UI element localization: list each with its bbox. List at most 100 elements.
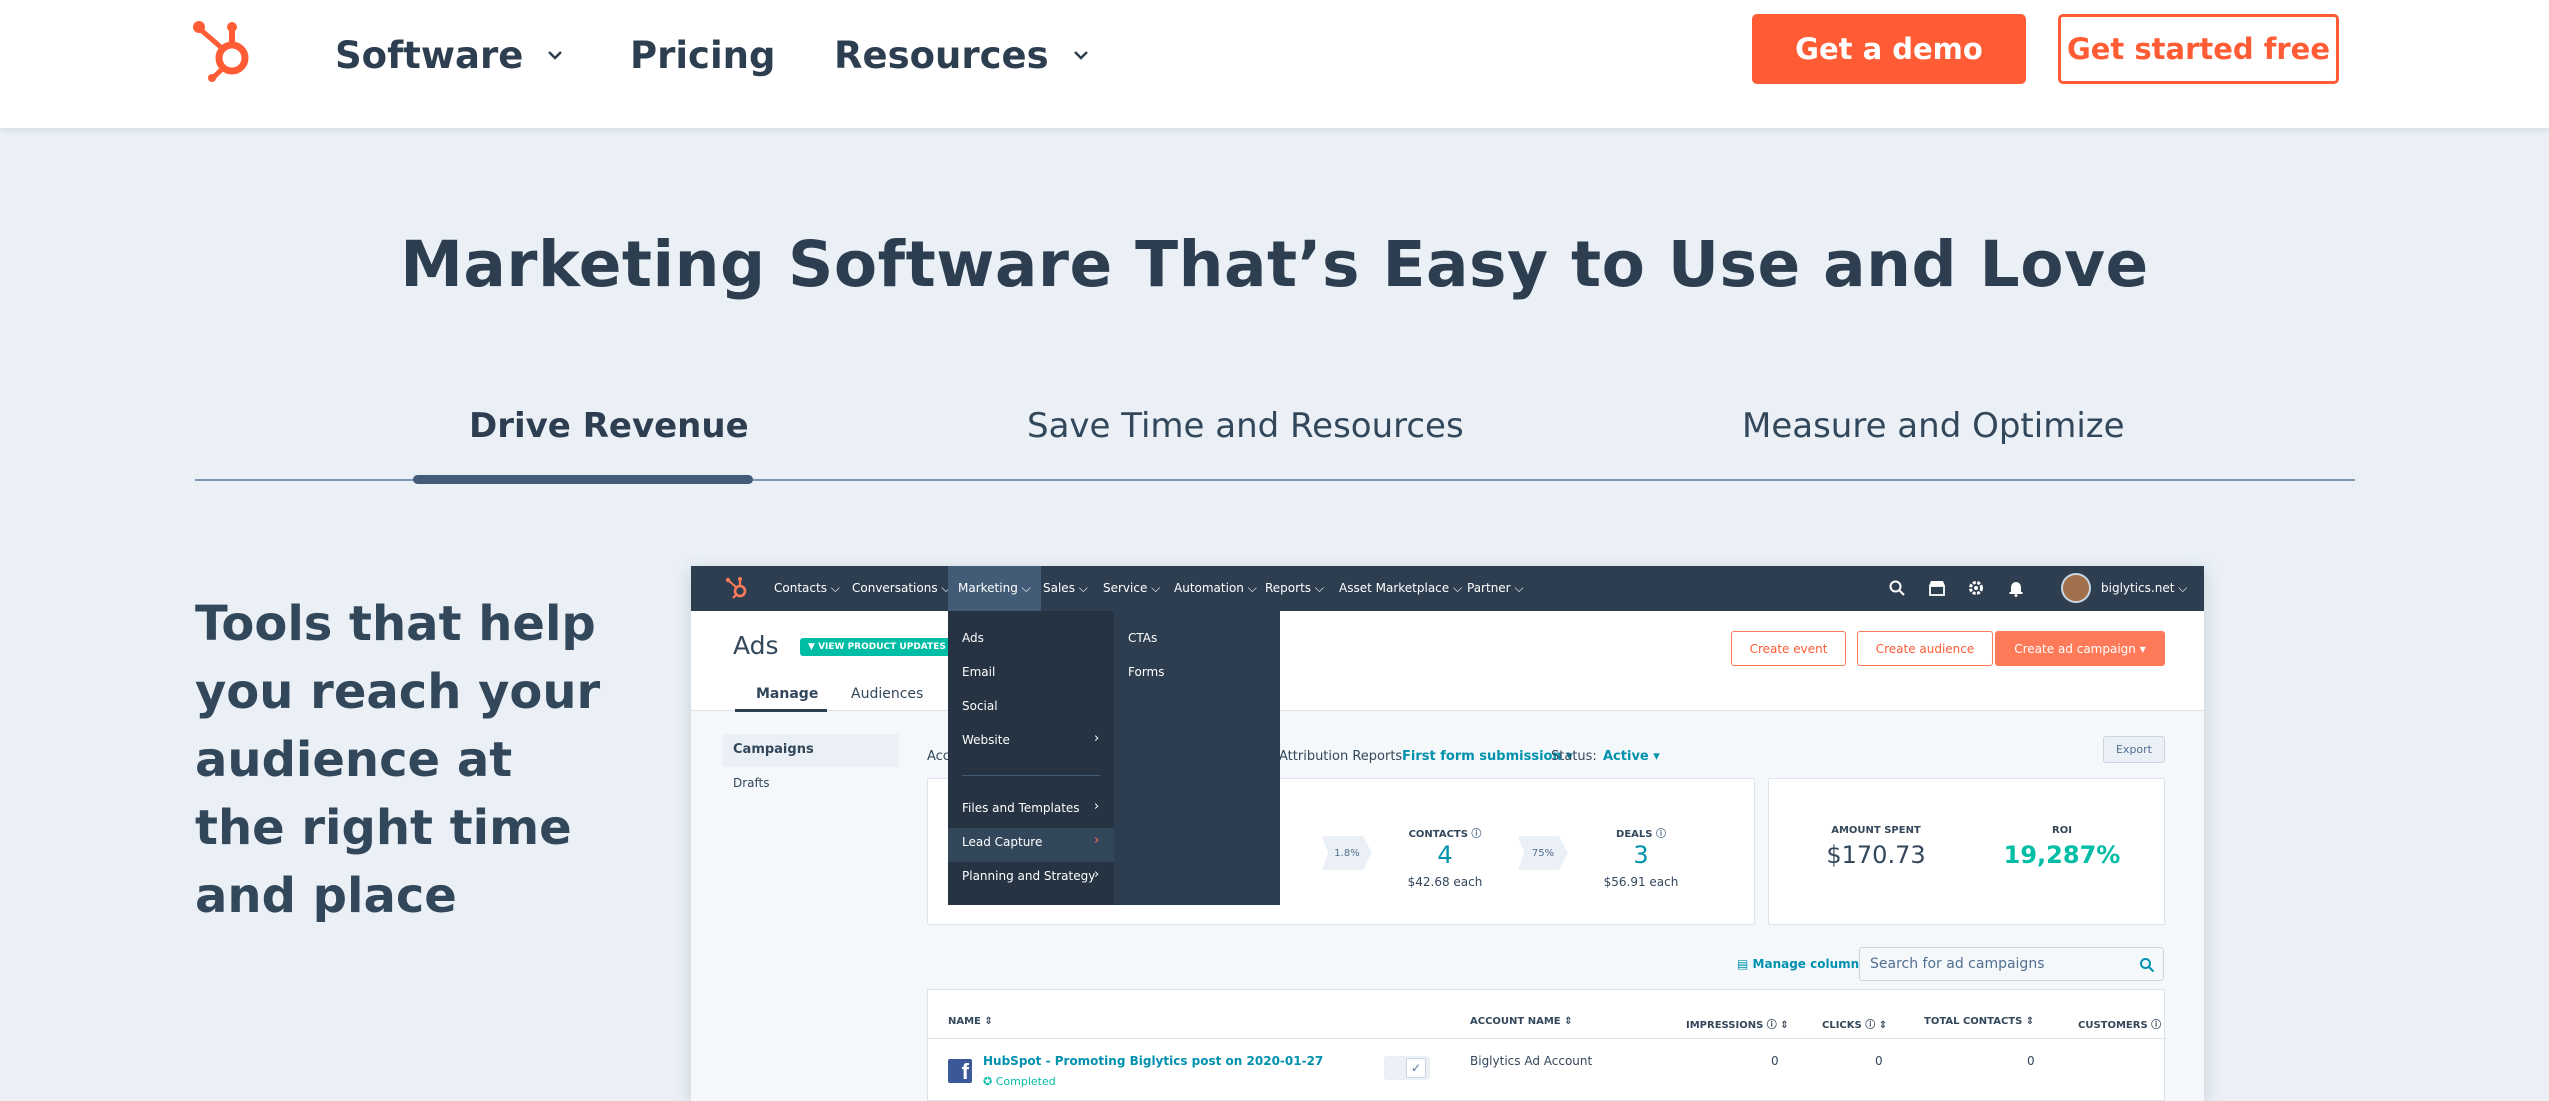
app-tab-label: Contacts bbox=[774, 581, 827, 595]
menu-item-ads[interactable]: Ads bbox=[962, 631, 984, 645]
create-audience-button[interactable]: Create audience bbox=[1857, 631, 1993, 666]
gear-icon[interactable] bbox=[1967, 579, 1985, 597]
copy-line: audience at bbox=[195, 732, 513, 788]
hubspot-sprocket-icon[interactable] bbox=[725, 576, 749, 600]
status-dropdown[interactable]: Active ▾ bbox=[1603, 749, 1660, 764]
app-tab-conversations[interactable]: Conversations ⌵ bbox=[852, 566, 951, 611]
menu-item-email[interactable]: Email bbox=[962, 665, 995, 679]
nav-software-label: Software bbox=[335, 33, 524, 77]
column-header-account[interactable]: ACCOUNT NAME ⇕ bbox=[1470, 1016, 1572, 1027]
app-tab-partner[interactable]: Partner ⌵ bbox=[1467, 566, 1524, 611]
account-filter-label: Acc bbox=[927, 749, 950, 764]
marketplace-icon[interactable] bbox=[1928, 579, 1946, 597]
create-event-button[interactable]: Create event bbox=[1731, 631, 1846, 666]
contacts-label: CONTACTS ⓘ bbox=[1390, 825, 1500, 840]
app-tab-reports[interactable]: Reports ⌵ bbox=[1265, 566, 1324, 611]
app-tab-service[interactable]: Service ⌵ bbox=[1103, 566, 1160, 611]
campaigns-table: NAME ⇕ ACCOUNT NAME ⇕ IMPRESSIONS ⓘ ⇕ CL… bbox=[927, 989, 2166, 1101]
avatar[interactable] bbox=[2061, 573, 2091, 603]
chevron-right-icon: › bbox=[1094, 833, 1100, 848]
subtab-manage[interactable]: Manage bbox=[756, 686, 818, 702]
create-campaign-label: Create ad campaign bbox=[2014, 641, 2136, 656]
submenu-item-forms[interactable]: Forms bbox=[1128, 665, 1164, 679]
menu-item-website[interactable]: Website bbox=[962, 733, 1010, 747]
clicks-cell: 0 bbox=[1875, 1054, 1883, 1068]
summary-card: AMOUNT SPENT $170.73 ROI 19,287% bbox=[1768, 778, 2165, 925]
create-ad-campaign-button[interactable]: Create ad campaign ▾ bbox=[1995, 631, 2165, 666]
header-label: CUSTOMERS bbox=[2078, 1020, 2148, 1031]
column-header-impressions[interactable]: IMPRESSIONS ⓘ ⇕ bbox=[1686, 1016, 1789, 1031]
header-label: CLICKS bbox=[1822, 1020, 1862, 1031]
sidebar-item-drafts[interactable]: Drafts bbox=[733, 776, 770, 790]
menu-item-files-templates[interactable]: Files and Templates bbox=[962, 801, 1080, 815]
get-a-demo-button[interactable]: Get a demo bbox=[1752, 14, 2026, 84]
attribution-dropdown[interactable]: First form submission ▾ bbox=[1402, 749, 1573, 764]
tab-measure-optimize[interactable]: Measure and Optimize bbox=[1742, 406, 2125, 446]
product-updates-badge[interactable]: ▼ VIEW PRODUCT UPDATES bbox=[800, 638, 954, 656]
campaign-name-link[interactable]: HubSpot - Promoting Biglytics post on 20… bbox=[983, 1054, 1323, 1068]
manage-columns-link[interactable]: ▤ Manage columns bbox=[1737, 957, 1866, 971]
status-value: Active bbox=[1603, 749, 1649, 764]
menu-item-planning-strategy[interactable]: Planning and Strategy bbox=[962, 869, 1095, 883]
bell-icon[interactable] bbox=[2007, 579, 2025, 597]
column-header-clicks[interactable]: CLICKS ⓘ ⇕ bbox=[1822, 1016, 1887, 1031]
app-tab-label: Partner bbox=[1467, 581, 1511, 595]
deals-cost-each: $56.91 each bbox=[1603, 875, 1679, 889]
roi-value: 19,287% bbox=[2003, 841, 2121, 869]
search-ad-campaigns-input[interactable]: Search for ad campaigns bbox=[1859, 947, 2164, 981]
nav-pricing[interactable]: Pricing bbox=[630, 30, 776, 80]
app-tab-marketing[interactable]: Marketing ⌵ bbox=[948, 566, 1041, 611]
app-tab-contacts[interactable]: Contacts ⌵ bbox=[774, 566, 840, 611]
row-action-toggle[interactable]: ✓ bbox=[1384, 1056, 1430, 1080]
status-check-icon: ✪ bbox=[983, 1075, 993, 1088]
chevron-right-icon: › bbox=[1094, 867, 1100, 882]
feature-description: Tools that help you reach your audience … bbox=[195, 590, 615, 930]
contacts-cost-each: $42.68 each bbox=[1407, 875, 1483, 889]
nav-software[interactable]: Software bbox=[335, 30, 565, 80]
top-navigation: Software Pricing Resources Get a demo Ge… bbox=[0, 0, 2549, 128]
header-label: ACCOUNT NAME bbox=[1470, 1016, 1561, 1027]
account-name-cell: Biglytics Ad Account bbox=[1470, 1054, 1593, 1068]
subtab-audiences[interactable]: Audiences bbox=[851, 686, 923, 702]
amount-spent-value: $170.73 bbox=[1826, 841, 1926, 869]
app-tab-label: Asset Marketplace bbox=[1339, 581, 1450, 595]
header-divider bbox=[928, 1038, 2166, 1039]
app-tab-automation[interactable]: Automation ⌵ bbox=[1174, 566, 1257, 611]
chevron-down-icon bbox=[1073, 51, 1088, 60]
column-header-customers[interactable]: CUSTOMERS ⓘ bbox=[2078, 1016, 2161, 1031]
search-icon[interactable] bbox=[1888, 579, 1906, 597]
app-navbar: Contacts ⌵ Conversations ⌵ Marketing ⌵ S… bbox=[691, 566, 2204, 611]
campaign-status: ✪ Completed bbox=[983, 1075, 1056, 1088]
export-button[interactable]: Export bbox=[2103, 736, 2165, 763]
app-tab-label: Sales bbox=[1043, 581, 1075, 595]
menu-item-social[interactable]: Social bbox=[962, 699, 998, 713]
nav-resources[interactable]: Resources bbox=[834, 30, 1091, 80]
search-icon[interactable] bbox=[2139, 957, 2155, 973]
submenu-item-ctas[interactable]: CTAs bbox=[1128, 631, 1157, 645]
deals-label-text: DEALS bbox=[1616, 829, 1653, 840]
column-header-total-contacts[interactable]: TOTAL CONTACTS ⇕ bbox=[1924, 1016, 2034, 1027]
status-label: Status: bbox=[1551, 749, 1597, 764]
tab-drive-revenue[interactable]: Drive Revenue bbox=[469, 406, 749, 446]
copy-line: the right time bbox=[195, 800, 572, 856]
badge-label: VIEW PRODUCT UPDATES bbox=[818, 642, 946, 652]
get-started-free-button[interactable]: Get started free bbox=[2058, 14, 2339, 84]
sidebar-item-campaigns[interactable]: Campaigns bbox=[733, 742, 814, 757]
copy-line: you reach your bbox=[195, 664, 601, 720]
info-icon: ⓘ bbox=[1471, 829, 1482, 840]
chevron-down-icon bbox=[548, 51, 563, 60]
app-tab-label: Marketing bbox=[958, 581, 1018, 595]
tab-save-time[interactable]: Save Time and Resources bbox=[1027, 406, 1464, 446]
subtab-indicator bbox=[735, 709, 827, 712]
campaign-status-text: Completed bbox=[995, 1075, 1056, 1088]
menu-item-lead-capture[interactable]: Lead Capture bbox=[962, 835, 1042, 849]
app-tab-asset-marketplace[interactable]: Asset Marketplace ⌵ bbox=[1339, 566, 1462, 611]
impressions-cell: 0 bbox=[1771, 1054, 1779, 1068]
attribution-value: First form submission bbox=[1402, 749, 1562, 764]
account-menu[interactable]: biglytics.net ⌵ bbox=[2101, 566, 2187, 611]
column-header-name[interactable]: NAME ⇕ bbox=[948, 1016, 993, 1027]
app-tab-sales[interactable]: Sales ⌵ bbox=[1043, 566, 1088, 611]
columns-icon: ▤ bbox=[1737, 957, 1749, 971]
marketing-dropdown-menu: Ads Email Social Website › Files and Tem… bbox=[948, 611, 1114, 905]
hubspot-logo-icon[interactable] bbox=[192, 18, 258, 82]
